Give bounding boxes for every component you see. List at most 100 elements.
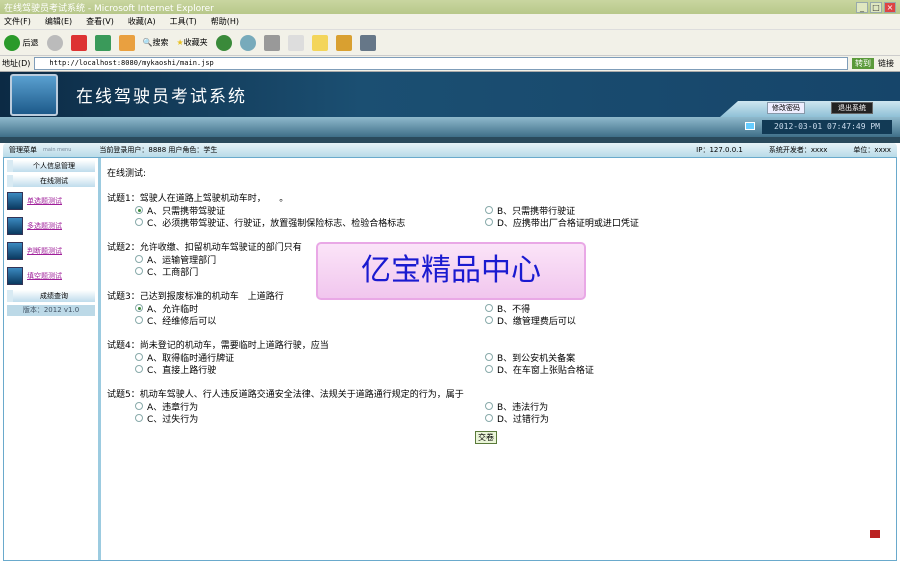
logout-button[interactable]: 退出系统 [831, 102, 873, 114]
answer-option[interactable]: C、过失行为 [135, 412, 485, 425]
sidebar-link-fill[interactable]: 填空题测试 [7, 265, 95, 287]
sidebar: 个人信息管理 在线测试 单选题测试 多选题测试 判断题测试 填空题测试 成绩查询… [4, 158, 101, 560]
mail-icon[interactable] [239, 34, 256, 51]
research-icon[interactable] [335, 34, 352, 51]
answer-option[interactable]: C、必须携带驾驶证、行驶证，放置强制保险标志、检验合格标志 [135, 216, 485, 229]
menu-tools[interactable]: 工具(T) [170, 16, 197, 27]
watermark: 亿宝精品中心 [316, 242, 586, 300]
radio-button[interactable] [135, 353, 143, 361]
link-label[interactable]: 判断题测试 [27, 246, 62, 256]
radio-button[interactable] [485, 402, 493, 410]
link-label[interactable]: 填空题测试 [27, 271, 62, 281]
radio-button[interactable] [135, 414, 143, 422]
favorites-button[interactable]: ★收藏夹 [177, 37, 208, 48]
link-label[interactable]: 多选题测试 [27, 221, 62, 231]
radio-button[interactable] [485, 353, 493, 361]
menu-subtitle: main menu [43, 147, 72, 153]
search-button[interactable]: 🔍搜索 [143, 37, 169, 48]
window-title: 在线驾驶员考试系统 - Microsoft Internet Explorer [4, 3, 214, 14]
answer-option[interactable]: B、到公安机关备案 [485, 351, 890, 364]
back-button[interactable]: 后退 [4, 34, 39, 51]
sidebar-item-scores[interactable]: 成绩查询 [7, 290, 95, 302]
radio-button[interactable] [135, 206, 143, 214]
radio-button[interactable] [135, 402, 143, 410]
option-label: C、工商部门 [147, 267, 199, 278]
menu-title: 管理菜单 [9, 146, 37, 154]
radio-button[interactable] [485, 304, 493, 312]
minimize-button[interactable]: _ [856, 1, 868, 13]
home-icon[interactable] [118, 34, 135, 51]
submit-button[interactable]: 交卷 [475, 431, 497, 444]
history-icon[interactable] [215, 34, 232, 51]
go-button[interactable]: 转到 [852, 58, 874, 69]
menu-bar: 文件(F) 编辑(E) 查看(V) 收藏(A) 工具(T) 帮助(H) [0, 14, 900, 30]
discuss-icon[interactable] [311, 34, 328, 51]
developer-info: 系统开发者：xxxx [768, 146, 828, 154]
sidebar-link-single[interactable]: 单选题测试 [7, 190, 95, 212]
maximize-button[interactable]: □ [870, 1, 882, 13]
change-password-button[interactable]: 修改密码 [767, 102, 805, 114]
radio-button[interactable] [485, 365, 493, 373]
refresh-icon[interactable] [94, 34, 111, 51]
radio-button[interactable] [135, 267, 143, 275]
answer-option[interactable]: A、违章行为 [135, 400, 485, 413]
menu-favorites[interactable]: 收藏(A) [128, 16, 156, 27]
radio-button[interactable] [135, 304, 143, 312]
test-icon [7, 267, 23, 285]
sidebar-link-multiple[interactable]: 多选题测试 [7, 215, 95, 237]
answer-option[interactable]: B、只需携带行驶证 [485, 204, 890, 217]
site-title: 在线驾驶员考试系统 [76, 87, 247, 107]
edit-icon[interactable] [287, 34, 304, 51]
radio-button[interactable] [485, 414, 493, 422]
menu-edit[interactable]: 编辑(E) [45, 16, 72, 27]
answer-option[interactable]: A、允许临时 [135, 302, 485, 315]
option-label: C、经维修后可以 [147, 316, 217, 327]
forward-arrow-icon[interactable] [46, 34, 63, 51]
answer-option[interactable]: A、只需携带驾驶证 [135, 204, 485, 217]
option-label: D、应携带出厂合格证明或进口凭证 [497, 218, 639, 229]
menu-help[interactable]: 帮助(H) [211, 16, 239, 27]
option-label: D、缴管理费后可以 [497, 316, 576, 327]
radio-button[interactable] [135, 316, 143, 324]
close-button[interactable]: × [884, 1, 896, 13]
address-input[interactable]: http://localhost:8080/mykaoshi/main.jsp [34, 57, 848, 70]
sidebar-item-personal[interactable]: 个人信息管理 [7, 160, 95, 172]
link-label[interactable]: 单选题测试 [27, 196, 62, 206]
answer-option[interactable]: B、不得 [485, 302, 890, 315]
radio-button[interactable] [135, 218, 143, 226]
radio-button[interactable] [485, 316, 493, 324]
answer-option[interactable]: C、经维修后可以 [135, 314, 485, 327]
current-user: 当前登录用户：8888 用户角色：学生 [99, 146, 218, 154]
question: 试题4：尚未登记的机动车，需要临时上道路行驶，应当 A、取得临时通行牌证 B、到公安… [107, 338, 890, 376]
radio-button[interactable] [135, 365, 143, 373]
window-titlebar: 在线驾驶员考试系统 - Microsoft Internet Explorer … [0, 0, 900, 14]
corner-icon [870, 530, 880, 538]
answer-option[interactable]: D、应携带出厂合格证明或进口凭证 [485, 216, 890, 229]
messenger-icon[interactable] [359, 34, 376, 51]
answer-option[interactable]: D、在车窗上张贴合格证 [485, 363, 890, 376]
answer-option[interactable]: C、直接上路行驶 [135, 363, 485, 376]
menu-view[interactable]: 查看(V) [86, 16, 114, 27]
print-icon[interactable] [263, 34, 280, 51]
page-heading: 在线测试: [107, 169, 147, 179]
radio-button[interactable] [135, 255, 143, 263]
question: 试题1：驾驶人在道路上驾驶机动车时， 。 A、只需携带驾驶证 B、只需携带行驶证 C、… [107, 191, 890, 229]
datetime-display: 2012-03-01 07:47:49 PM [762, 120, 892, 134]
menu-file[interactable]: 文件(F) [4, 16, 31, 27]
answer-option[interactable]: B、违法行为 [485, 400, 890, 413]
info-bar: 管理菜单 main menu 当前登录用户：8888 用户角色：学生 IP：12… [3, 143, 897, 157]
search-icon: 🔍 [142, 38, 153, 47]
answer-option[interactable]: A、取得临时通行牌证 [135, 351, 485, 364]
sidebar-link-judge[interactable]: 判断题测试 [7, 240, 95, 262]
links-button[interactable]: 链接 [878, 58, 900, 69]
version-label: 版本：2012 v1.0 [7, 305, 95, 316]
answer-option[interactable]: D、缴管理费后可以 [485, 314, 890, 327]
answer-option[interactable]: D、过错行为 [485, 412, 890, 425]
option-label: D、在车窗上张贴合格证 [497, 365, 594, 376]
radio-button[interactable] [485, 206, 493, 214]
time-bar: 2012-03-01 07:47:49 PM [0, 117, 900, 137]
radio-button[interactable] [485, 218, 493, 226]
stop-icon[interactable] [70, 34, 87, 51]
banner-tab [720, 101, 900, 117]
sidebar-item-online-test[interactable]: 在线测试 [7, 175, 95, 187]
